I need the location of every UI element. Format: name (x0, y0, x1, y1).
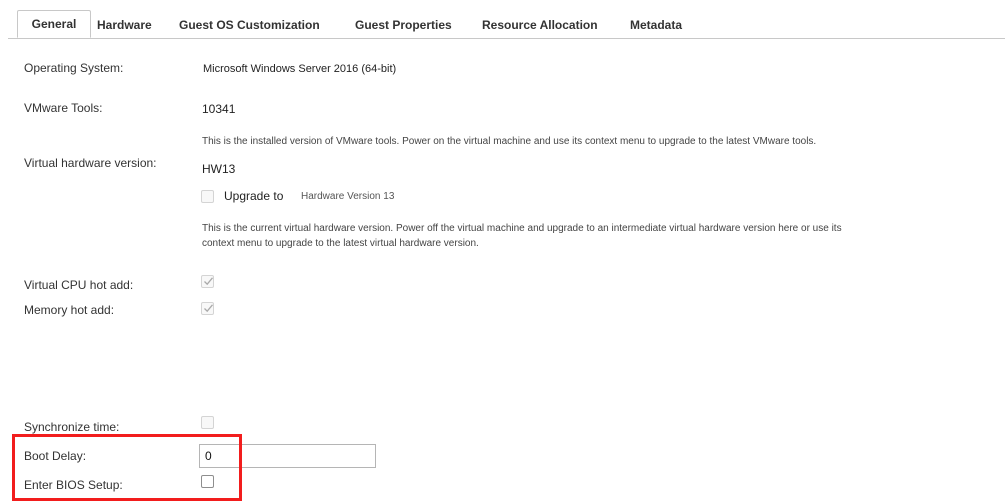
upgrade-target-version: Hardware Version 13 (301, 191, 395, 202)
tab-metadata[interactable]: Metadata (630, 18, 682, 32)
upgrade-label: Upgrade to (224, 189, 284, 203)
tab-hardware[interactable]: Hardware (97, 18, 152, 32)
cpu-hot-add-checkbox[interactable] (201, 275, 214, 288)
tab-metadata-label: Metadata (630, 18, 683, 32)
os-label: Operating System: (24, 61, 124, 75)
tab-guest-properties-label: Guest Properties (355, 18, 452, 32)
checkmark-icon (204, 304, 214, 313)
hw-help-line-1: This is the current virtual hardware ver… (202, 223, 842, 234)
tools-label: VMware Tools: (24, 101, 103, 115)
tab-general-label: General (31, 17, 77, 31)
sync-time-checkbox[interactable] (201, 416, 214, 429)
tab-guest-properties[interactable]: Guest Properties (355, 18, 452, 32)
tab-resource-allocation[interactable]: Resource Allocation (482, 18, 598, 32)
sync-time-label: Synchronize time: (24, 420, 120, 434)
tools-version: 10341 (202, 102, 236, 116)
tools-help-text: This is the installed version of VMware … (202, 136, 817, 147)
tab-guest-os-customization-label: Guest OS Customization (179, 18, 320, 32)
memory-hot-add-checkbox[interactable] (201, 302, 214, 315)
tab-general[interactable]: General (17, 10, 91, 38)
tab-hardware-label: Hardware (97, 18, 152, 32)
highlight-annotation-box (12, 434, 242, 501)
upgrade-checkbox[interactable] (201, 190, 214, 203)
tab-resource-allocation-label: Resource Allocation (482, 18, 598, 32)
hw-help-line-2: context menu to upgrade to the latest vi… (202, 238, 479, 249)
tab-bar: General Hardware Guest OS Customization … (8, 8, 1005, 39)
os-value: Microsoft Windows Server 2016 (64-bit) (203, 63, 397, 75)
tab-guest-os-customization[interactable]: Guest OS Customization (179, 18, 320, 32)
hw-version-label: Virtual hardware version: (24, 156, 157, 170)
cpu-hot-add-label: Virtual CPU hot add: (24, 278, 134, 292)
hw-version-value: HW13 (202, 162, 236, 176)
checkmark-icon (204, 277, 214, 286)
memory-hot-add-label: Memory hot add: (24, 303, 115, 317)
